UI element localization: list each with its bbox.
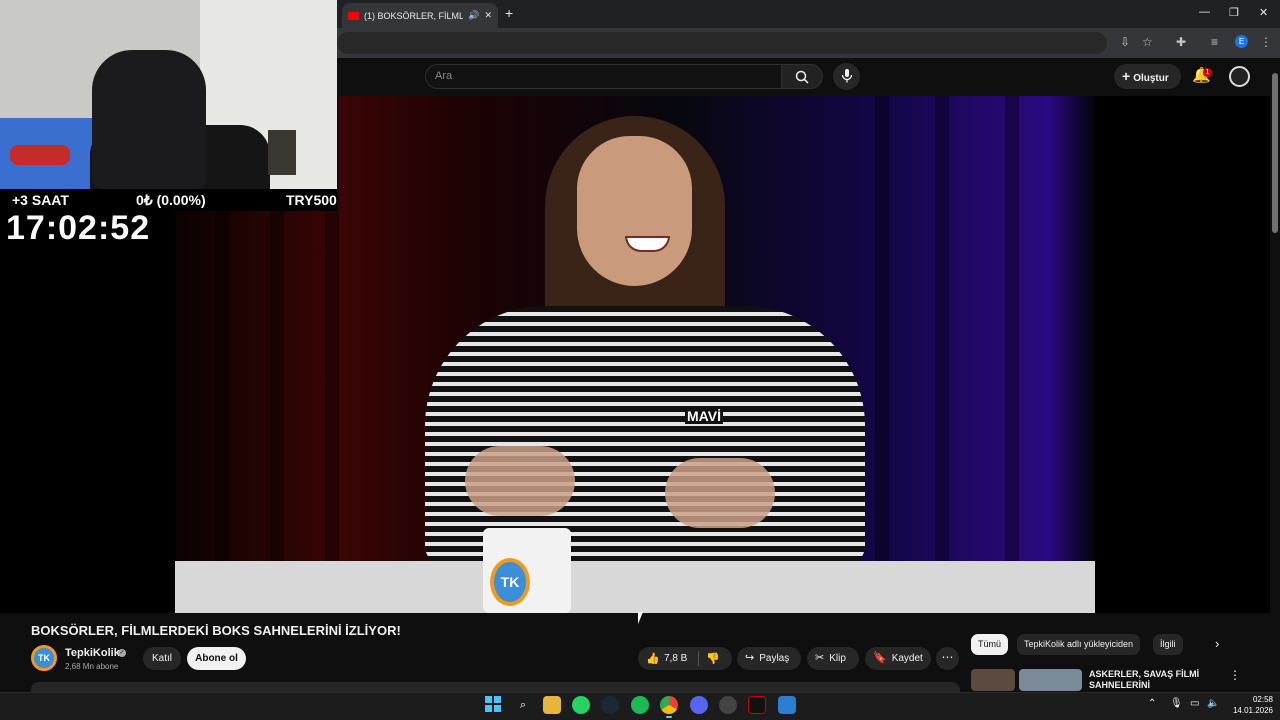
- new-tab-button[interactable]: +: [505, 5, 513, 21]
- share-button[interactable]: ↪ Paylaş: [737, 647, 801, 670]
- chip-related[interactable]: İlgili: [1153, 634, 1183, 655]
- streamer-webcam: [0, 0, 337, 189]
- channel-name[interactable]: TepkiKolik: [65, 647, 120, 659]
- time-offset: +3 SAAT: [12, 192, 69, 208]
- related-video-title[interactable]: ASKERLER, SAVAŞ FİLMİ SAHNELERİNİ YORUML…: [1089, 669, 1219, 691]
- scissors-icon: ✂: [815, 652, 825, 664]
- browser-menu-icon[interactable]: ⋮: [1260, 35, 1272, 49]
- screen: (1) BOKSÖRLER, FİLMLERDE 🔊 ✕ + — ❐ ✕ ⇩ ☆…: [0, 0, 1280, 720]
- discord-icon[interactable]: [690, 696, 708, 714]
- bookmark-star-icon[interactable]: ☆: [1142, 35, 1153, 49]
- chevron-right-icon[interactable]: ›: [1215, 636, 1219, 651]
- speaker-icon[interactable]: 🔊: [468, 10, 479, 21]
- more-actions-button[interactable]: ⋯: [936, 647, 959, 670]
- install-app-icon[interactable]: ⇩: [1120, 35, 1130, 49]
- app-icon-blue[interactable]: [778, 696, 796, 714]
- profile-avatar[interactable]: E: [1235, 35, 1248, 48]
- host-face: [577, 136, 692, 286]
- bookmark-icon: 🔖: [873, 652, 887, 664]
- shirt-brand-logo: MAVİ: [685, 408, 723, 424]
- donation-code: TRY500: [286, 192, 337, 208]
- related-more-icon[interactable]: ⋮: [1229, 668, 1241, 682]
- tray-volume-icon[interactable]: 🔈: [1207, 698, 1219, 709]
- minimize-button[interactable]: —: [1199, 6, 1210, 18]
- account-avatar[interactable]: [1229, 66, 1250, 87]
- window-close-button[interactable]: ✕: [1259, 6, 1268, 19]
- tray-chevron-icon[interactable]: ⌃: [1148, 698, 1156, 709]
- create-button[interactable]: + Oluştur: [1114, 64, 1181, 89]
- file-explorer-icon[interactable]: [543, 696, 561, 714]
- verified-check-icon: ✓: [118, 649, 126, 657]
- curtain-fold: [935, 96, 949, 566]
- spotify-icon[interactable]: [631, 696, 649, 714]
- host-sweater: [425, 306, 865, 566]
- address-bar[interactable]: [337, 32, 1107, 54]
- obs-icon[interactable]: [719, 696, 737, 714]
- app-icon[interactable]: [748, 696, 766, 714]
- balance-readout: 0₺ (0.00%): [136, 192, 206, 208]
- player-right-letterbox: [1095, 96, 1270, 613]
- subscriber-count: 2,68 Mn abone: [65, 662, 119, 671]
- channel-avatar[interactable]: TK: [31, 645, 57, 671]
- stream-ticker: +3 SAAT 0₺ (0.00%) TRY500: [0, 189, 337, 211]
- related-video-thumbnail[interactable]: [1019, 669, 1082, 691]
- studio-table: [175, 561, 1095, 613]
- related-video-thumbnail[interactable]: [971, 669, 1015, 691]
- host-hand-left: [465, 446, 575, 516]
- notification-badge: 1: [1203, 68, 1212, 77]
- video-title: BOKSÖRLER, FİLMLERDEKİ BOKS SAHNELERİNİ …: [31, 623, 401, 638]
- plus-icon: +: [1122, 68, 1131, 84]
- taskbar-date: 14.01.2026: [1232, 706, 1273, 715]
- media-controls-icon[interactable]: ≡: [1211, 35, 1218, 49]
- whatsapp-icon[interactable]: [572, 696, 590, 714]
- clip-button[interactable]: ✂ Klip: [807, 647, 859, 670]
- thumbs-down-icon[interactable]: 👎: [706, 652, 720, 665]
- tray-network-icon[interactable]: ▭: [1190, 698, 1199, 709]
- create-label: Oluştur: [1133, 73, 1169, 84]
- like-dislike-group: 👍 7,8 B 👎: [638, 647, 732, 670]
- chip-all[interactable]: Tümü: [971, 634, 1009, 655]
- save-button[interactable]: 🔖 Kaydet: [865, 647, 931, 670]
- youtube-favicon-icon: [348, 11, 359, 20]
- share-label: Paylaş: [759, 653, 790, 664]
- save-label: Kaydet: [891, 653, 923, 664]
- taskbar-clock[interactable]: 02:58 14.01.2026: [1229, 694, 1273, 716]
- windows-start-icon[interactable]: [485, 696, 501, 712]
- search-icon: [795, 70, 809, 84]
- description-box[interactable]: [31, 682, 960, 692]
- webcam-monitor: [268, 130, 296, 175]
- search-taskbar-icon[interactable]: ⌕: [514, 696, 532, 714]
- host-hand-right: [665, 458, 775, 528]
- clip-label: Klip: [829, 653, 846, 664]
- curtain-fold: [1005, 96, 1019, 566]
- curtain-fold: [875, 96, 889, 566]
- like-separator: [698, 651, 699, 666]
- microphone-icon: [841, 69, 852, 83]
- browser-tab-active[interactable]: (1) BOKSÖRLER, FİLMLERDE 🔊 ✕: [342, 3, 498, 28]
- webcam-blanket-detail: [10, 145, 70, 165]
- scrollbar-thumb[interactable]: [1272, 73, 1278, 233]
- mouse-cursor-icon: [638, 612, 648, 624]
- subscribe-button[interactable]: Abone ol: [187, 647, 246, 670]
- voice-search-button[interactable]: [833, 63, 860, 90]
- like-count[interactable]: 7,8 B: [664, 653, 687, 664]
- steam-icon[interactable]: [601, 696, 619, 714]
- extensions-icon[interactable]: ✚: [1176, 35, 1186, 49]
- tab-close-icon[interactable]: ✕: [484, 10, 492, 21]
- search-button[interactable]: [781, 64, 823, 89]
- restore-button[interactable]: ❐: [1229, 6, 1239, 19]
- thumbs-up-icon[interactable]: 👍: [646, 652, 660, 665]
- chip-from-uploader[interactable]: TepkiKolik adlı yükleyiciden: [1017, 634, 1141, 655]
- tray-mic-icon[interactable]: 🎙: [1170, 698, 1183, 709]
- share-arrow-icon: ↪: [745, 652, 755, 664]
- chrome-icon[interactable]: [660, 696, 678, 718]
- search-input[interactable]: Ara: [425, 64, 782, 89]
- webcam-gaming-chair: [92, 50, 206, 189]
- mug-logo: TK: [490, 558, 530, 606]
- taskbar-time: 02:58: [1252, 695, 1273, 704]
- tab-title: (1) BOKSÖRLER, FİLMLERDE: [364, 10, 464, 21]
- join-button[interactable]: Katıl: [143, 647, 181, 670]
- stream-clock: 17:02:52: [6, 209, 151, 247]
